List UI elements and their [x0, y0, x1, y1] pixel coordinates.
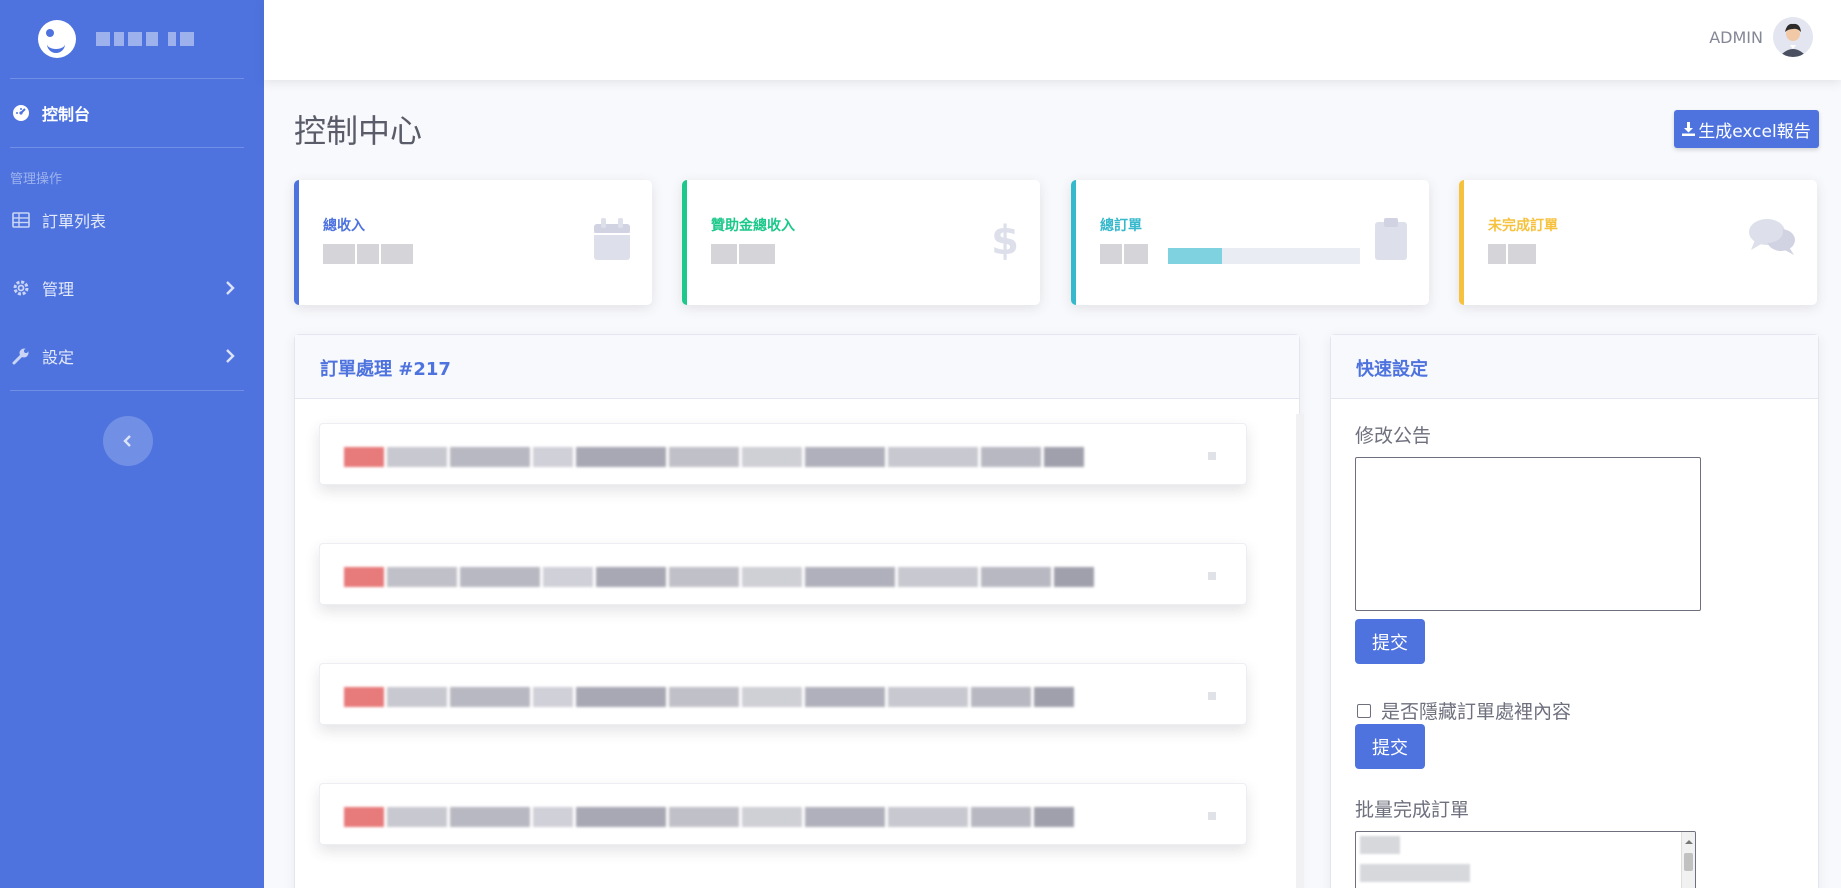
- sidebar: 控制台 管理操作 訂單列表 管理 設定: [0, 0, 264, 888]
- order-processing-title: 訂單處理 #217: [295, 335, 1299, 399]
- generate-excel-label: 生成excel報告: [1698, 121, 1811, 142]
- dollar-icon: $: [992, 218, 1018, 260]
- quick-settings-title: 快速設定: [1331, 335, 1818, 399]
- gear-icon: [12, 279, 30, 297]
- redacted-text: [344, 805, 1074, 829]
- stat-label: 未完成訂單: [1488, 218, 1558, 234]
- stat-card-total-orders: 總訂單: [1071, 180, 1429, 305]
- redacted-text: [344, 565, 1094, 589]
- redacted-text: [344, 685, 1074, 709]
- user-menu[interactable]: ADMIN: [1709, 17, 1813, 57]
- chevron-right-icon: [226, 281, 235, 295]
- stat-card-sponsor-income: 贊助金總收入 $: [682, 180, 1040, 305]
- sidebar-item-settings[interactable]: 設定: [0, 322, 264, 390]
- sidebar-toggle-button[interactable]: [103, 416, 153, 466]
- select-option-redacted[interactable]: [1360, 864, 1470, 882]
- hide-order-content-label: 是否隱藏訂單處裡內容: [1381, 701, 1572, 723]
- announcement-textarea[interactable]: [1355, 457, 1701, 611]
- batch-complete-select[interactable]: [1355, 831, 1696, 888]
- sidebar-item-label: 訂單列表: [42, 212, 107, 231]
- orders-progress: [1168, 248, 1360, 264]
- stat-label: 總收入: [323, 218, 365, 234]
- dashboard-icon: [12, 104, 30, 122]
- stat-label: 贊助金總收入: [711, 218, 795, 234]
- sidebar-divider: [10, 390, 244, 391]
- order-item-menu-icon[interactable]: [1208, 452, 1216, 460]
- calendar-icon: [594, 218, 630, 260]
- order-item-redacted[interactable]: [319, 423, 1247, 485]
- table-icon: [12, 211, 30, 229]
- redacted-text: [344, 445, 1084, 469]
- stat-value-redacted: [711, 244, 775, 264]
- avatar[interactable]: [1773, 17, 1813, 57]
- sidebar-item-label: 控制台: [42, 105, 91, 124]
- announcement-submit-button[interactable]: 提交: [1355, 619, 1425, 664]
- batch-complete-label: 批量完成訂單: [1355, 799, 1470, 821]
- scroll-up-icon: [1685, 840, 1693, 844]
- hide-content-submit-button[interactable]: 提交: [1355, 724, 1425, 769]
- order-list-scrollbar[interactable]: [1296, 414, 1304, 888]
- wrench-icon: [12, 347, 30, 365]
- chevron-left-icon: [123, 435, 131, 447]
- order-item-redacted[interactable]: [319, 543, 1247, 605]
- order-item-menu-icon[interactable]: [1208, 692, 1216, 700]
- sidebar-item-label: 設定: [42, 348, 75, 367]
- svg-text:$: $: [992, 218, 1018, 260]
- stat-value-redacted: [323, 244, 413, 264]
- select-option-redacted[interactable]: [1360, 836, 1400, 854]
- quick-settings-card: 快速設定 修改公告 提交 是否隱藏訂單處裡內容 提交 批量完成訂單: [1330, 334, 1819, 888]
- comments-icon: [1749, 219, 1795, 255]
- order-processing-card: 訂單處理 #217: [294, 334, 1300, 888]
- sidebar-item-management[interactable]: 管理: [0, 254, 264, 322]
- page-title: 控制中心: [294, 112, 423, 150]
- brand[interactable]: [0, 0, 264, 78]
- user-name: ADMIN: [1709, 27, 1763, 47]
- brand-logo-icon: [38, 20, 76, 58]
- announcement-label: 修改公告: [1355, 425, 1432, 447]
- stat-card-total-income: 總收入: [294, 180, 652, 305]
- brand-name-redacted: [96, 30, 200, 48]
- order-item-redacted[interactable]: [319, 783, 1247, 845]
- sidebar-item-dashboard[interactable]: 控制台: [0, 79, 264, 147]
- order-item-menu-icon[interactable]: [1208, 812, 1216, 820]
- stat-card-pending-orders: 未完成訂單: [1459, 180, 1817, 305]
- topbar: ADMIN: [264, 0, 1841, 80]
- orders-progress-bar: [1168, 248, 1222, 264]
- download-icon: [1682, 122, 1696, 136]
- clipboard-icon: [1375, 218, 1407, 260]
- order-item-redacted[interactable]: [319, 663, 1247, 725]
- stat-value-redacted: [1488, 244, 1536, 264]
- sidebar-heading: 管理操作: [10, 172, 63, 187]
- select-scrollbar[interactable]: [1681, 832, 1695, 888]
- stat-value-redacted: [1100, 244, 1148, 264]
- hide-order-content-checkbox[interactable]: [1357, 703, 1371, 718]
- hide-order-content-row[interactable]: 是否隱藏訂單處裡內容: [1357, 697, 1571, 724]
- chevron-right-icon: [226, 349, 235, 363]
- generate-excel-button[interactable]: 生成excel報告: [1674, 110, 1819, 148]
- order-item-menu-icon[interactable]: [1208, 572, 1216, 580]
- sidebar-item-orders[interactable]: 訂單列表: [0, 186, 264, 254]
- sidebar-item-label: 管理: [42, 280, 75, 299]
- stat-label: 總訂單: [1100, 218, 1142, 234]
